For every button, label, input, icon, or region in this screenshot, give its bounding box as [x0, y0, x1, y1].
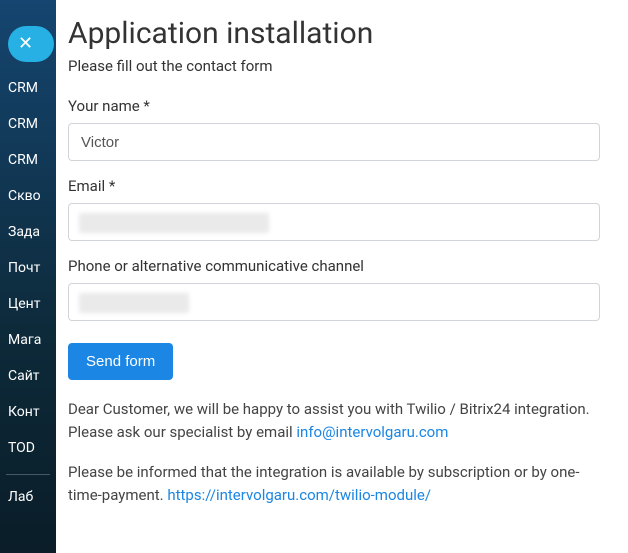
sidebar-item-crm-1[interactable]: CRM	[0, 70, 56, 106]
email-input[interactable]	[68, 203, 600, 241]
name-label: Your name *	[68, 97, 600, 115]
modal-panel: Application installation Please fill out…	[56, 0, 628, 553]
info-url-link[interactable]: https://intervolgaru.com/twilio-module/	[167, 486, 431, 504]
sidebar-item-tod[interactable]: TOD	[0, 430, 56, 466]
close-icon: ✕	[18, 35, 33, 53]
sidebar-item-crm-2[interactable]: CRM	[0, 106, 56, 142]
sidebar-item-skvo[interactable]: Скво	[0, 178, 56, 214]
sidebar-divider	[6, 474, 50, 475]
sidebar-item-kont[interactable]: Конт	[0, 394, 56, 430]
sidebar-item-site[interactable]: Сайт	[0, 358, 56, 394]
close-button[interactable]: ✕	[8, 26, 54, 62]
sidebar-item-pocht[interactable]: Почт	[0, 250, 56, 286]
sidebar: CRM CRM CRM Скво Зада Почт Цент Мага Сай…	[0, 0, 56, 553]
submit-button[interactable]: Send form	[68, 343, 173, 380]
info-paragraph-2: Please be informed that the integration …	[68, 461, 600, 506]
name-input[interactable]	[68, 123, 600, 161]
sidebar-item-center[interactable]: Цент	[0, 286, 56, 322]
phone-label: Phone or alternative communicative chann…	[68, 257, 600, 275]
email-label: Email *	[68, 177, 600, 195]
modal-title: Application installation	[68, 16, 600, 51]
sidebar-item-crm-3[interactable]: CRM	[0, 142, 56, 178]
modal-subtitle: Please fill out the contact form	[68, 57, 600, 75]
phone-input[interactable]	[68, 283, 600, 321]
sidebar-item-zada[interactable]: Зада	[0, 214, 56, 250]
info-paragraph-1: Dear Customer, we will be happy to assis…	[68, 398, 600, 443]
info-email-link[interactable]: info@intervolgaru.com	[296, 423, 448, 441]
sidebar-item-maga[interactable]: Мага	[0, 322, 56, 358]
sidebar-item-lab[interactable]: Лаб	[0, 479, 56, 515]
